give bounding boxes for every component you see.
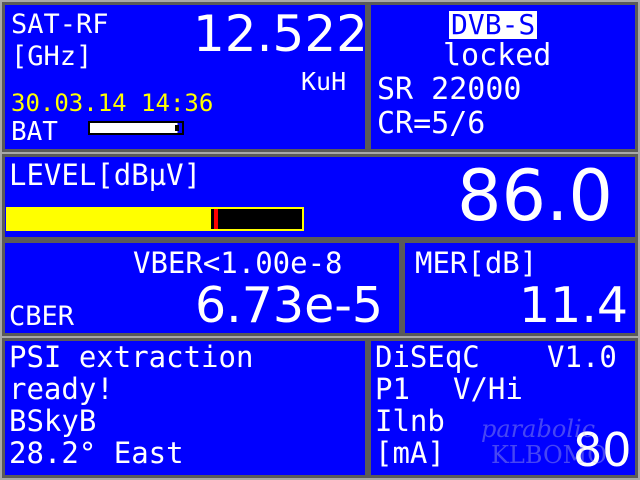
polarization: V/Hi bbox=[453, 372, 523, 406]
cber-value: 6.73e-5 bbox=[195, 277, 384, 334]
mer-value: 11.4 bbox=[519, 277, 629, 334]
signal-panel: DVB-S locked SR 22000 CR=5/6 bbox=[368, 2, 638, 152]
ber-panel: VBER<1.00e-8 CBER 6.73e-5 bbox=[2, 240, 402, 336]
satellite-position: 28.2° East bbox=[9, 436, 184, 470]
provider-name: BSkyB bbox=[9, 404, 97, 438]
watermark-line-2: KLBOMO bbox=[491, 441, 607, 469]
diseqc-label: DiSEqC bbox=[375, 340, 480, 374]
battery-label: BAT bbox=[11, 117, 58, 147]
level-bar-fill bbox=[8, 209, 211, 229]
level-label: LEVEL[dBµV] bbox=[9, 158, 202, 192]
mer-panel: MER[dB] 11.4 bbox=[402, 240, 638, 336]
psi-panel: PSI extraction ready! BSkyB 28.2° East bbox=[2, 338, 368, 478]
code-rate: CR=5/6 bbox=[377, 106, 486, 141]
datetime: 30.03.14 14:36 bbox=[11, 89, 214, 117]
lock-status: locked bbox=[443, 38, 552, 73]
level-bar-marker bbox=[213, 209, 218, 229]
vber-readout: VBER<1.00e-8 bbox=[133, 246, 343, 280]
frequency-value: 12.522 bbox=[193, 5, 368, 63]
frequency-panel: SAT-RF [GHz] 12.522 KuH 30.03.14 14:36 B… bbox=[2, 2, 368, 152]
mer-label: MER[dB] bbox=[415, 246, 538, 280]
battery-bar bbox=[88, 121, 184, 135]
psi-line-1: PSI extraction bbox=[9, 340, 254, 374]
diseqc-version: V1.0 bbox=[547, 340, 617, 374]
band-label: KuH bbox=[301, 67, 347, 96]
level-value: 86.0 bbox=[457, 155, 613, 237]
diseqc-port: P1 bbox=[375, 372, 410, 406]
battery-tip bbox=[175, 125, 179, 131]
watermark-line-1: parabolic bbox=[481, 415, 596, 443]
cber-label: CBER bbox=[9, 301, 75, 332]
frequency-unit: [GHz] bbox=[11, 41, 93, 72]
standard-badge: DVB-S bbox=[449, 8, 538, 41]
symbol-rate: SR 22000 bbox=[377, 72, 522, 107]
lnb-current-label: Ilnb bbox=[375, 404, 445, 438]
level-bar bbox=[6, 207, 304, 231]
lnb-current-unit: [mA] bbox=[375, 436, 445, 470]
psi-line-2: ready! bbox=[9, 372, 114, 406]
frequency-title: SAT-RF bbox=[11, 9, 109, 40]
meter-screen: SAT-RF [GHz] 12.522 KuH 30.03.14 14:36 B… bbox=[0, 0, 640, 480]
diseqc-panel: DiSEqC V1.0 P1 V/Hi Ilnb [mA] 80 parabol… bbox=[368, 338, 638, 478]
